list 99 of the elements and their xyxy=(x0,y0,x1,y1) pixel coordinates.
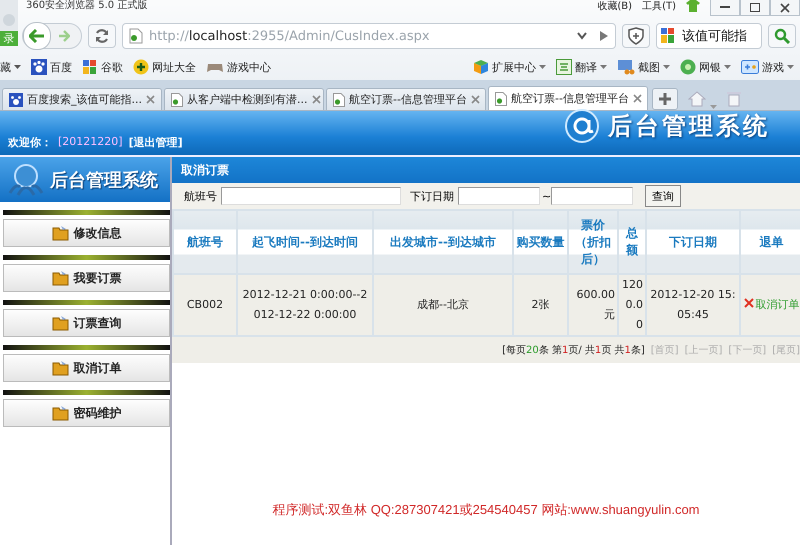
page-icon xyxy=(129,28,143,44)
back-arrow-icon xyxy=(29,29,45,43)
search-field[interactable]: 该值可能指 xyxy=(656,23,762,49)
maximize-button[interactable] xyxy=(740,0,770,16)
user-id: [20121220] xyxy=(58,135,123,150)
refresh-button[interactable] xyxy=(88,24,116,48)
toolbar-item[interactable]: 游戏 xyxy=(741,59,794,75)
caret-icon xyxy=(663,64,670,70)
end-date-field[interactable] xyxy=(551,187,634,205)
query-button[interactable]: 查询 xyxy=(645,185,682,207)
banner-title: 后台管理系统 xyxy=(608,111,770,142)
sidebar-item[interactable]: 订票查询 xyxy=(3,309,170,337)
range-separator: ~ xyxy=(542,190,552,202)
coin-icon xyxy=(680,59,696,75)
flight-number-field[interactable] xyxy=(221,187,401,205)
maximize-icon xyxy=(750,3,760,12)
toolbar-item[interactable]: 翻译 xyxy=(556,59,607,75)
folder-icon xyxy=(52,360,70,376)
browser-tab[interactable]: 从客户端中检测到有潜... xyxy=(164,88,324,110)
minimize-icon xyxy=(720,6,730,9)
close-icon[interactable] xyxy=(632,94,642,103)
sidebar-logo: 后台管理系统 xyxy=(0,157,170,202)
squares-icon xyxy=(82,59,98,75)
forward-arrow-icon xyxy=(58,30,70,42)
caret-icon xyxy=(14,64,21,70)
column-header: 出发城市--到达城市 xyxy=(373,210,513,274)
page-icon xyxy=(333,92,345,106)
column-header: 退单 xyxy=(740,210,800,274)
game-icon xyxy=(741,59,759,75)
shield-icon xyxy=(628,27,644,45)
plus-circle-icon xyxy=(133,59,149,75)
pagination-info: [每页20条 第1页/ 共1页 共1条] xyxy=(502,344,645,357)
bookmark-item[interactable]: 游戏中心 xyxy=(206,60,271,74)
paw-icon xyxy=(9,92,23,106)
caret-icon xyxy=(539,64,546,70)
sidebar-item[interactable]: 我要订票 xyxy=(3,264,170,292)
translate-icon xyxy=(556,59,572,75)
bookmark-item[interactable]: 藏 xyxy=(0,60,21,74)
column-header: 总额 xyxy=(618,210,646,274)
bookmark-item[interactable]: 百度 xyxy=(31,59,72,75)
menu-item[interactable]: 工具(T) xyxy=(642,0,676,14)
search-button[interactable] xyxy=(768,24,796,48)
new-tab-button[interactable] xyxy=(652,88,678,110)
sidebar-item[interactable]: 密码维护 xyxy=(3,399,170,427)
bookmark-item[interactable]: 网址大全 xyxy=(133,59,196,75)
plus-icon xyxy=(658,92,672,106)
folder-icon xyxy=(52,270,70,286)
cube-icon xyxy=(473,59,489,75)
folder-icon xyxy=(52,405,70,421)
cross-icon xyxy=(744,298,754,308)
page-icon xyxy=(171,92,183,106)
close-button[interactable] xyxy=(770,0,800,16)
toolbar-item[interactable]: 网银 xyxy=(680,59,731,75)
menu-item[interactable]: 收藏(B) xyxy=(597,0,632,14)
panel-title: 取消订票 xyxy=(172,157,800,183)
home-icon xyxy=(688,91,706,107)
shirt-icon[interactable] xyxy=(686,0,700,12)
column-header: 票价（折扣后） xyxy=(568,210,618,274)
caret-icon xyxy=(600,64,607,70)
caret-icon xyxy=(787,64,794,70)
paw-icon xyxy=(31,59,47,75)
address-url: http://localhost:2955/Admin/CusIndex.aspx xyxy=(149,28,430,44)
page-icon xyxy=(495,92,507,106)
caret-icon xyxy=(724,64,731,70)
dropdown-icon[interactable] xyxy=(577,32,587,40)
folder-icon xyxy=(52,315,70,331)
welcome-label: 欢迎你： xyxy=(8,135,52,150)
shield-button[interactable] xyxy=(622,24,650,48)
column-header: 下订日期 xyxy=(646,210,740,274)
folder-icon xyxy=(52,225,70,241)
toolbar-item[interactable]: 截图 xyxy=(617,59,670,75)
close-icon[interactable] xyxy=(146,95,155,104)
close-icon xyxy=(780,2,790,12)
column-header: 起飞时间--到达时间 xyxy=(237,210,373,274)
sidebar-item[interactable]: 修改信息 xyxy=(3,219,170,247)
at-sign-icon xyxy=(564,108,600,144)
go-icon[interactable] xyxy=(599,31,609,41)
column-header: 航班号 xyxy=(173,210,237,274)
sidebar-item[interactable]: 取消订单 xyxy=(3,354,170,382)
logout-link[interactable]: [退出管理] xyxy=(128,135,183,150)
refresh-icon xyxy=(94,28,110,44)
toolbar-item[interactable]: 扩展中心 xyxy=(473,59,546,75)
field-label: 航班号 xyxy=(184,188,217,204)
start-date-field[interactable] xyxy=(458,187,540,205)
address-field[interactable]: http://localhost:2955/Admin/CusIndex.aspx xyxy=(122,23,616,49)
screenshot-icon xyxy=(617,59,635,75)
browser-tab[interactable]: 航空订票--信息管理平台 xyxy=(488,86,648,110)
column-header: 购买数量 xyxy=(513,210,568,274)
close-icon[interactable] xyxy=(312,95,320,104)
field-label: 下订日期 xyxy=(410,188,454,204)
search-icon xyxy=(774,28,790,44)
back-button[interactable] xyxy=(23,22,51,50)
footer-credit: 程序测试:双鱼林 QQ:287307421或254540457 网站:www.shuangyulin.com xyxy=(272,501,700,519)
bookmark-item[interactable]: 谷歌 xyxy=(82,59,123,75)
close-icon[interactable] xyxy=(470,95,480,104)
minimize-button[interactable] xyxy=(710,0,740,16)
trash-icon xyxy=(727,91,741,107)
browser-tab[interactable]: 百度搜索_该值可能指... xyxy=(2,88,162,110)
browser-tab[interactable]: 航空订票--信息管理平台 xyxy=(326,88,486,110)
